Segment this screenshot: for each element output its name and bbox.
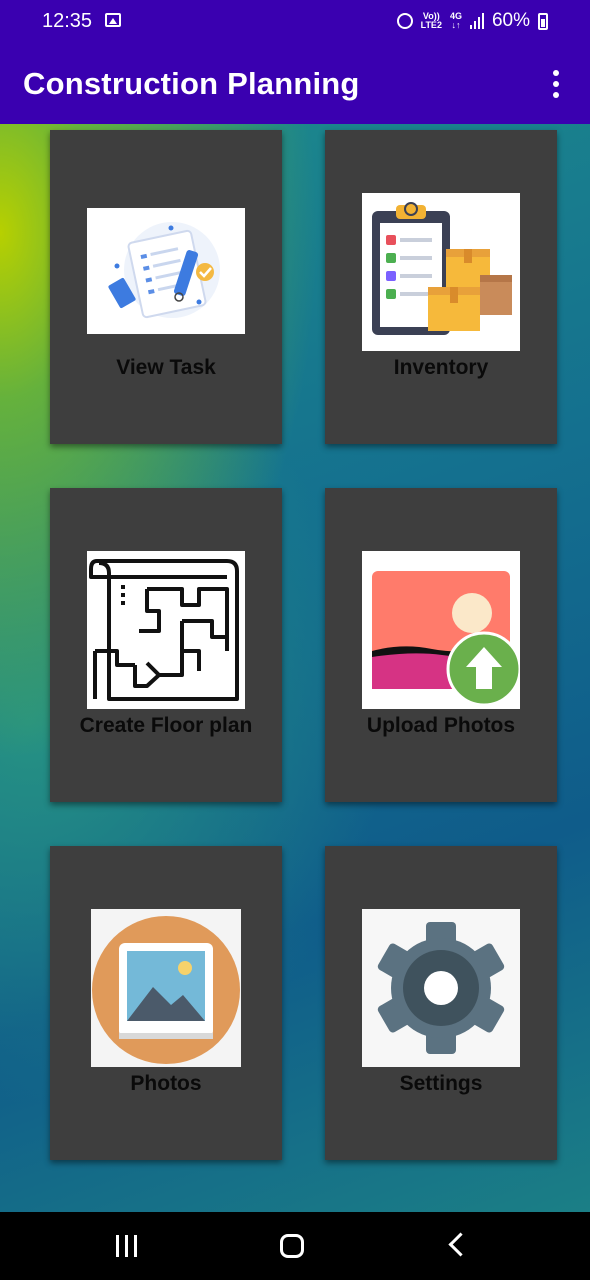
status-indicators: Vo)) LTE2 4G ↓↑ 60% (396, 10, 548, 32)
gallery-notification-icon (105, 13, 121, 27)
battery-percent: 60% (491, 10, 530, 31)
gear-icon (362, 909, 520, 1067)
floor-plan-label: Create Floor plan (79, 714, 253, 737)
view-task-label: View Task (116, 356, 216, 379)
settings-label: Settings (399, 1072, 483, 1095)
photo-gallery-icon (91, 909, 241, 1067)
photos-tile[interactable]: Photos (50, 846, 282, 1160)
recents-icon[interactable] (116, 1235, 137, 1257)
status-time: 12:35 (42, 10, 93, 32)
clipboard-boxes-icon (362, 193, 520, 351)
lte-label: LTE2 (420, 20, 442, 30)
upload-photos-tile[interactable]: Upload Photos (325, 488, 557, 802)
upload-photo-icon (362, 551, 520, 709)
view-task-tile[interactable]: View Task (50, 130, 282, 444)
data-arrows-icon: ↓↑ (451, 20, 461, 30)
back-icon[interactable] (448, 1232, 473, 1257)
floor-plan-icon (87, 551, 245, 709)
signal-icon (469, 13, 484, 29)
dashboard-grid: View Task Inventory Create Floor plan Up… (0, 124, 590, 1212)
task-list-icon (87, 208, 245, 334)
settings-tile[interactable]: Settings (325, 846, 557, 1160)
volte-indicator: Vo)) LTE2 (421, 12, 442, 30)
battery-icon (538, 12, 548, 30)
app-bar: Construction Planning (0, 44, 590, 124)
home-icon[interactable] (280, 1234, 304, 1258)
overflow-menu-icon[interactable] (544, 70, 568, 98)
inventory-tile[interactable]: Inventory (325, 130, 557, 444)
network-type-indicator: 4G ↓↑ (450, 12, 462, 30)
alarm-icon (396, 13, 413, 29)
photos-label: Photos (130, 1072, 202, 1095)
status-bar: 12:35 Vo)) LTE2 4G ↓↑ 60% (0, 0, 590, 44)
page-title: Construction Planning (23, 66, 360, 101)
inventory-label: Inventory (393, 356, 489, 379)
system-nav-bar (0, 1212, 590, 1280)
upload-photos-label: Upload Photos (366, 714, 516, 737)
floor-plan-tile[interactable]: Create Floor plan (50, 488, 282, 802)
